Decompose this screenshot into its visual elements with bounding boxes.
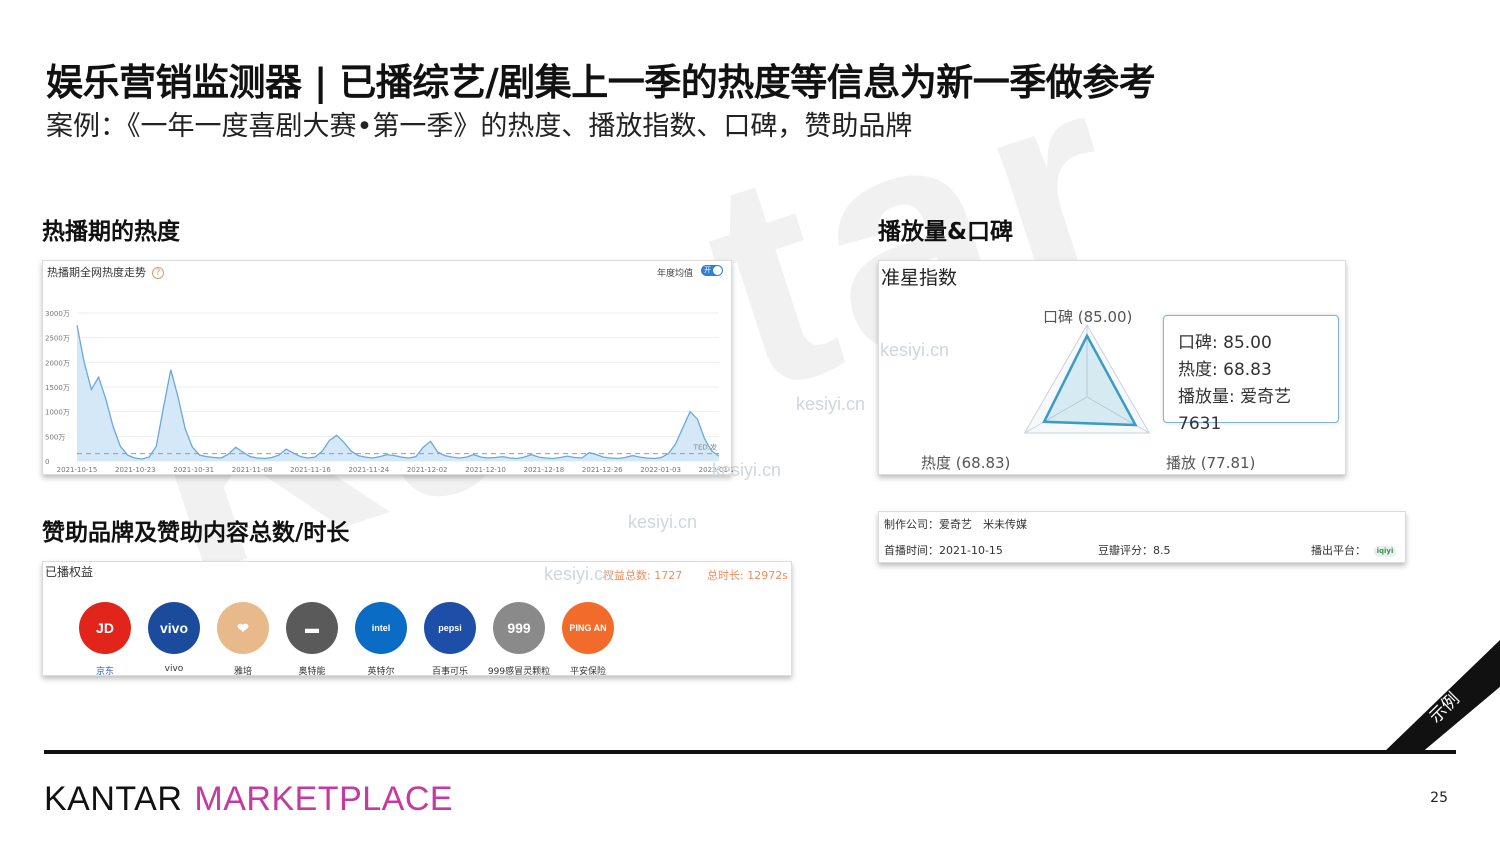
radar-label-koubei: 口碑 (85.00) xyxy=(1043,308,1133,326)
total-rights-count: 权益总数: 1727 xyxy=(603,569,683,582)
logo-marketplace: MARKETPLACE xyxy=(194,780,454,818)
brand-name: 百事可乐 xyxy=(431,667,468,677)
toggle-text: 开 xyxy=(704,266,711,274)
brand-name: 英特尔 xyxy=(367,667,395,677)
page-number: 25 xyxy=(1430,790,1448,806)
sponsor-brand: ❤ 雅培 xyxy=(208,602,278,677)
sponsor-panel-title: 已播权益 xyxy=(45,565,94,579)
sponsor-brand: JD 京东 xyxy=(70,602,140,677)
x-tick-label: 2021-10-15 xyxy=(57,466,98,474)
sponsor-brand: 999 999感冒灵颗粒 xyxy=(484,602,554,677)
x-tick-label: 2021-11-08 xyxy=(232,466,273,474)
platform-text: 播出平台： iqiyi xyxy=(1311,542,1396,558)
brand-name: 京东 xyxy=(95,667,114,677)
site-watermark: kesiyi.cn xyxy=(880,340,950,360)
x-tick-label: 2021-12-10 xyxy=(465,466,506,474)
annual-average-label: 年度均值 xyxy=(656,269,693,279)
total-duration: 总时长: 12972s xyxy=(707,569,788,582)
heat-panel-title: 热播期全网热度走势? xyxy=(47,264,164,280)
brand-logo-icon: pepsi xyxy=(424,602,476,654)
sponsor-brand: intel 英特尔 xyxy=(346,602,416,677)
x-tick-label: 2021-12-26 xyxy=(582,466,623,474)
end-marker-label: TED.发 xyxy=(693,443,717,452)
x-tick-label: 2022-01-03 xyxy=(640,466,681,474)
heat-trend-chart: 3000万 2500万 2000万 1500万 1000万 500万 0 2021-10-15… xyxy=(45,310,733,474)
brand-logo-icon: ▬ xyxy=(286,602,338,654)
sponsor-brand: PING AN 平安保险 xyxy=(553,602,623,677)
brand-name: 奥特能 xyxy=(298,667,326,677)
producer-text: 制作公司：爱奇艺 米未传媒 xyxy=(884,518,1027,531)
x-tick-label: 2021-10-31 xyxy=(173,466,214,474)
site-watermark: kesiyi.cn xyxy=(544,564,614,584)
radar-label-redu: 热度 (68.83) xyxy=(921,454,1011,472)
bottom-divider xyxy=(44,750,1456,754)
x-tick-label: 2021-11-24 xyxy=(348,466,389,474)
annual-average-toggle[interactable]: 开 xyxy=(701,265,723,276)
y-tick-label: 1000万 xyxy=(45,409,70,417)
sponsor-brand: vivo vivo xyxy=(139,602,209,674)
brand-name: 平安保险 xyxy=(569,667,606,677)
y-tick-label: 2500万 xyxy=(45,335,70,343)
star-index-panel: 准星指数 口碑 (85.00) 热度 (68.83) 播放 (77.81) 口碑… xyxy=(878,260,1346,475)
y-tick-label: 0 xyxy=(45,458,49,466)
brand-name: 999感冒灵颗粒 xyxy=(487,667,551,677)
radar-tooltip: 口碑: 85.00 热度: 68.83 播放量: 爱奇艺 7631 xyxy=(1163,315,1339,434)
premiere-text: 首播时间：2021-10-15 xyxy=(884,544,1003,557)
site-watermark: kesiyi.cn xyxy=(712,460,782,480)
brand-logo-icon: ❤ xyxy=(217,602,269,654)
sponsor-brand: ▬ 奥特能 xyxy=(277,602,347,677)
brand-logo-icon: vivo xyxy=(148,602,200,654)
brand-name: vivo xyxy=(164,664,184,674)
heat-panel-title-text: 热播期全网热度走势 xyxy=(47,266,146,279)
x-tick-label: 2021-11-16 xyxy=(290,466,331,474)
brand-logo-icon: 999 xyxy=(493,602,545,654)
tooltip-bofang: 播放量: 爱奇艺 7631 xyxy=(1178,387,1292,434)
douban-text: 豆瓣评分：8.5 xyxy=(1098,544,1171,557)
brand-logo-icon: intel xyxy=(355,602,407,654)
x-tick-label: 2021-12-18 xyxy=(524,466,565,474)
section-sponsor-label: 赞助品牌及赞助内容总数/时长 xyxy=(42,520,350,546)
x-tick-label: 2021-12-02 xyxy=(407,466,448,474)
kantar-marketplace-logo: KANTAR MARKETPLACE xyxy=(44,780,453,819)
y-tick-label: 500万 xyxy=(45,433,65,441)
platform-label: 播出平台： xyxy=(1311,544,1366,557)
brand-name: 雅培 xyxy=(233,667,252,677)
radar-label-bofang: 播放 (77.81) xyxy=(1166,454,1256,472)
brand-logo-icon: PING AN xyxy=(562,602,614,654)
section-play-label: 播放量&口碑 xyxy=(878,219,1014,245)
x-tick-label: 2021-10-23 xyxy=(115,466,156,474)
page-title: 娱乐营销监测器 | 已播综艺/剧集上一季的热度等信息为新一季做参考 xyxy=(46,61,1156,104)
heat-trend-panel: 3000万 2500万 2000万 1500万 1000万 500万 0 2021-10-15… xyxy=(42,260,733,475)
tooltip-koubei: 口碑: 85.00 xyxy=(1178,333,1272,353)
site-watermark: kesiyi.cn xyxy=(796,394,866,414)
y-tick-label: 1500万 xyxy=(45,384,70,392)
sponsor-brand: pepsi 百事可乐 xyxy=(415,602,485,677)
show-info-card: 制作公司：爱奇艺 米未传媒 首播时间：2021-10-15 豆瓣评分：8.5 播… xyxy=(878,511,1406,563)
page-subtitle: 案例：《一年一度喜剧大赛•第一季》的热度、播放指数、口碑，赞助品牌 xyxy=(46,111,913,142)
brand-logo-icon: JD xyxy=(79,602,131,654)
iqiyi-logo-icon: iqiyi xyxy=(1374,545,1396,557)
site-watermark: kesiyi.cn xyxy=(628,512,698,532)
heat-area xyxy=(77,325,719,461)
y-tick-label: 3000万 xyxy=(45,310,70,318)
logo-kantar: KANTAR xyxy=(44,780,183,818)
section-heat-label: 热播期的热度 xyxy=(42,219,180,245)
tooltip-redu: 热度: 68.83 xyxy=(1178,360,1272,380)
sponsor-panel: 已播权益 权益总数: 1727 总时长: 12972s JD 京东 vivo vivo… xyxy=(42,561,792,677)
y-tick-label: 2000万 xyxy=(45,359,70,367)
help-icon[interactable]: ? xyxy=(152,267,164,279)
